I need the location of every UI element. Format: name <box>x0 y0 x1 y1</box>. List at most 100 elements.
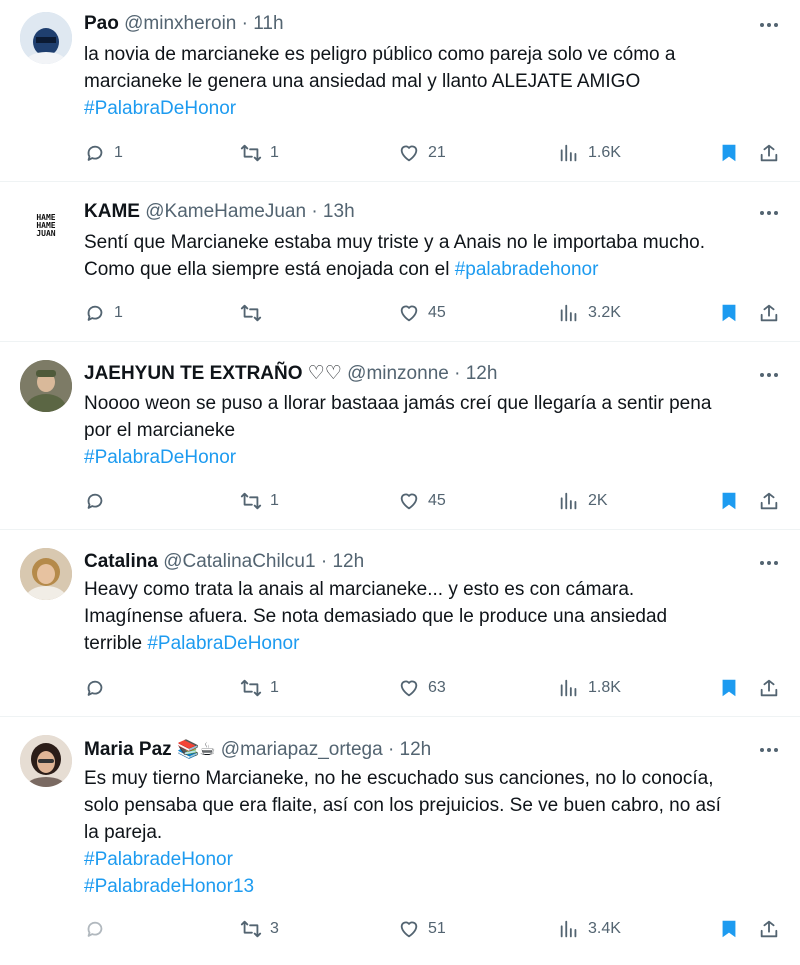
hashtag-link[interactable]: #PalabradeHonor13 <box>84 876 254 897</box>
like-button[interactable]: 21 <box>398 141 446 165</box>
views-button[interactable]: 3.4K <box>558 917 621 941</box>
more-options-icon[interactable] <box>758 364 780 386</box>
share-button[interactable] <box>758 917 780 941</box>
author-handle[interactable]: @mariapaz_ortega <box>221 739 383 760</box>
share-icon <box>760 920 778 938</box>
like-button[interactable]: 63 <box>398 676 446 700</box>
avatar[interactable] <box>20 360 72 412</box>
like-count: 21 <box>428 144 446 161</box>
more-options-icon[interactable] <box>758 14 780 36</box>
view-count: 1.6K <box>588 144 621 161</box>
author-name[interactable]: Catalina <box>84 551 158 572</box>
retweet-button[interactable]: 3 <box>240 917 279 941</box>
analytics-icon <box>560 304 577 322</box>
text-line: la novia de marcianeke es peligro públic… <box>84 44 676 65</box>
views-button[interactable]: 2K <box>558 489 608 513</box>
tweet-4[interactable]: Catalina @CatalinaChilcu1 · 12h Heavy co… <box>0 530 800 717</box>
like-count: 45 <box>428 304 446 321</box>
reply-button[interactable] <box>84 489 114 513</box>
share-icon <box>760 304 778 322</box>
text-line: Sentí que Marcianeke estaba muy triste y… <box>84 232 705 253</box>
avatar[interactable] <box>20 548 72 600</box>
more-options-icon[interactable] <box>758 202 780 224</box>
analytics-icon <box>560 492 577 510</box>
retweet-button[interactable]: 1 <box>240 489 279 513</box>
timestamp[interactable]: · 12h <box>454 363 497 384</box>
tweet-3[interactable]: JAEHYUN TE EXTRAÑO ♡♡ @minzonne · 12h No… <box>0 342 800 530</box>
views-button[interactable]: 1.6K <box>558 141 621 165</box>
bookmark-icon <box>722 920 736 938</box>
author-name[interactable]: Pao <box>84 13 119 34</box>
reply-button[interactable] <box>84 676 114 700</box>
tweet-2[interactable]: HAME HAME JUAN KAME @KameHameJuan · 13h Se… <box>0 182 800 342</box>
view-count: 1.8K <box>588 679 621 696</box>
avatar[interactable] <box>20 735 72 787</box>
retweet-button[interactable] <box>240 301 270 325</box>
views-button[interactable]: 1.8K <box>558 676 621 700</box>
heart-icon <box>400 493 418 510</box>
retweet-count: 3 <box>270 920 279 937</box>
views-button[interactable]: 3.2K <box>558 301 621 325</box>
retweet-count: 1 <box>270 144 279 161</box>
retweet-button[interactable]: 1 <box>240 676 279 700</box>
reply-button[interactable]: 1 <box>84 301 123 325</box>
avatar[interactable]: HAME HAME JUAN <box>20 196 72 248</box>
text-line: solo pensaba que era flaite, así con los… <box>84 795 721 816</box>
timestamp[interactable]: · 11h <box>242 13 284 34</box>
retweet-icon <box>240 920 262 938</box>
author-name[interactable]: KAME <box>84 201 140 222</box>
more-options-icon[interactable] <box>758 739 780 761</box>
like-count: 63 <box>428 679 446 696</box>
reply-button[interactable]: 1 <box>84 141 123 165</box>
hashtag-link[interactable]: #PalabraDeHonor <box>84 447 236 468</box>
svg-text:JUAN: JUAN <box>36 229 55 238</box>
timestamp[interactable]: · 12h <box>321 551 364 572</box>
author-name[interactable]: JAEHYUN TE EXTRAÑO ♡♡ <box>84 363 342 384</box>
retweet-icon <box>240 304 262 322</box>
tweet-5[interactable]: Maria Paz 📚☕ @mariapaz_ortega · 12h Es m… <box>0 717 800 965</box>
timestamp[interactable]: · 13h <box>311 201 354 222</box>
like-button[interactable]: 45 <box>398 301 446 325</box>
like-button[interactable]: 45 <box>398 489 446 513</box>
reply-button[interactable] <box>84 917 114 941</box>
share-button[interactable] <box>758 489 780 513</box>
reply-icon <box>87 921 103 937</box>
author-handle[interactable]: @minxheroin <box>124 13 236 34</box>
share-button[interactable] <box>758 141 780 165</box>
retweet-button[interactable]: 1 <box>240 141 279 165</box>
tweet-1[interactable]: Pao @minxheroin · 11h la novia de marcia… <box>0 0 800 182</box>
author-handle[interactable]: @KameHameJuan <box>145 201 306 222</box>
share-button[interactable] <box>758 301 780 325</box>
more-options-icon[interactable] <box>758 552 780 574</box>
hashtag-link[interactable]: #PalabraDeHonor <box>147 633 299 654</box>
share-button[interactable] <box>758 676 780 700</box>
bookmark-button[interactable] <box>718 489 740 513</box>
author-name[interactable]: Maria Paz <box>84 739 172 760</box>
text-line: Imagínense afuera. Se nota demasiado que… <box>84 606 668 627</box>
tweet-text: la novia de marcianeke es peligro públic… <box>84 41 784 122</box>
like-count: 45 <box>428 492 446 509</box>
avatar[interactable] <box>20 12 72 64</box>
hashtag-link[interactable]: #PalabradeHonor <box>84 849 233 870</box>
text-line: Heavy como trata la anais al marcianeke.… <box>84 579 635 600</box>
reply-icon <box>87 680 103 696</box>
hashtag-link[interactable]: #PalabraDeHonor <box>84 98 236 119</box>
reply-count: 1 <box>114 144 123 161</box>
bookmark-icon <box>722 304 736 322</box>
author-handle[interactable]: @CatalinaChilcu1 <box>163 551 315 572</box>
bookmark-button[interactable] <box>718 676 740 700</box>
like-button[interactable]: 51 <box>398 917 446 941</box>
view-count: 2K <box>588 492 608 509</box>
author-handle[interactable]: @minzonne <box>347 363 449 384</box>
bookmark-button[interactable] <box>718 301 740 325</box>
timestamp[interactable]: · 12h <box>388 739 431 760</box>
bookmark-button[interactable] <box>718 141 740 165</box>
retweet-count: 1 <box>270 679 279 696</box>
bookmark-button[interactable] <box>718 917 740 941</box>
reply-icon <box>87 305 103 321</box>
text-line: Es muy tierno Marcianeke, no he escuchad… <box>84 768 714 789</box>
hashtag-link[interactable]: #palabradehonor <box>455 259 599 280</box>
tweet-text: Sentí que Marcianeke estaba muy triste y… <box>84 229 784 283</box>
reply-count: 1 <box>114 304 123 321</box>
text-line: terrible <box>84 633 148 654</box>
